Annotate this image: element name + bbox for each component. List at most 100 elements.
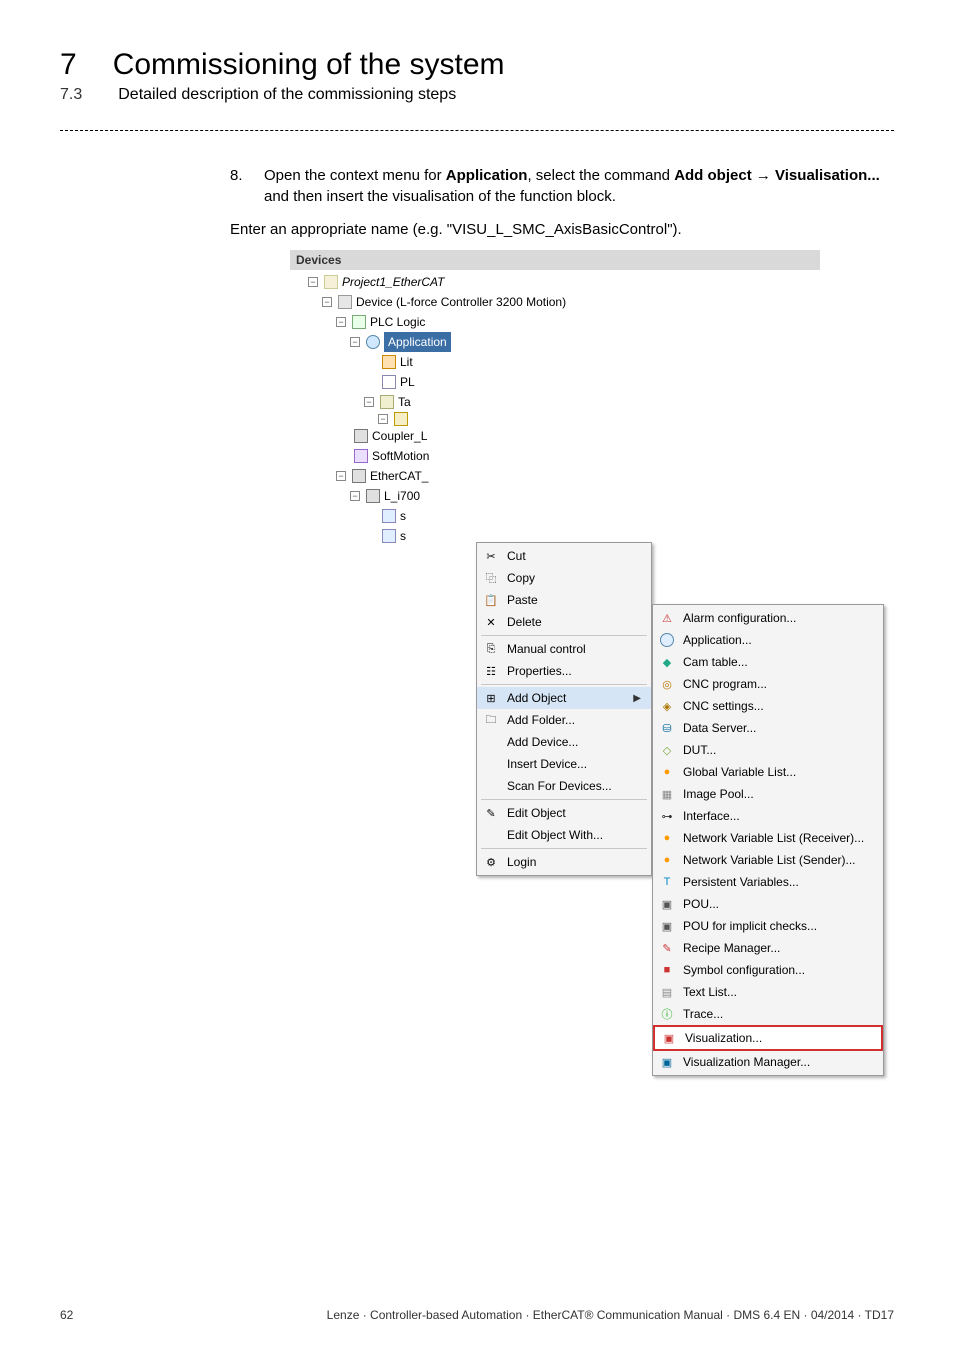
menu-label: Add Folder... [507,713,575,727]
task-icon [380,395,394,409]
submenu-viz-manager[interactable]: ▣Visualization Manager... [653,1051,883,1073]
cnc-prog-icon: ◎ [659,676,675,692]
menu-login[interactable]: ⚙Login [477,851,651,873]
image-pool-icon: ▦ [659,786,675,802]
menu-edit-object[interactable]: ✎Edit Object [477,802,651,824]
menu-manual-control[interactable]: ⎘Manual control [477,638,651,660]
menu-label: Data Server... [683,721,756,735]
tree-coupler[interactable]: Coupler_L [294,426,818,446]
menu-label: Alarm configuration... [683,611,796,625]
page-number: 62 [60,1308,73,1322]
tree-application[interactable]: − Application [294,332,818,352]
menu-label: Visualization Manager... [683,1055,810,1069]
edit-icon: ✎ [483,805,499,821]
tree-ethercat[interactable]: − EtherCAT_ [294,466,818,486]
tree-ta[interactable]: − Ta [294,392,818,412]
menu-label: Manual control [507,642,586,656]
expander-icon[interactable]: − [336,471,346,481]
menu-label: Add Device... [507,735,578,749]
section-number: 7.3 [60,86,82,104]
plc-icon [352,315,366,329]
step-number: 8. [230,165,248,207]
submenu-dut[interactable]: ◇DUT... [653,739,883,761]
submenu-cam-table[interactable]: ◆ Cam table... [653,651,883,673]
expander-icon[interactable]: − [378,414,388,424]
menu-edit-object-with[interactable]: Edit Object With... [477,824,651,846]
tree-softmotion[interactable]: SoftMotion [294,446,818,466]
submenu-application[interactable]: Application... [653,629,883,651]
submenu-pou-implicit[interactable]: ▣POU for implicit checks... [653,915,883,937]
menu-add-device[interactable]: Add Device... [477,731,651,753]
menu-paste[interactable]: 📋Paste [477,589,651,611]
submenu-cnc-program[interactable]: ◎CNC program... [653,673,883,695]
menu-label: Text List... [683,985,737,999]
blank-icon [483,756,499,772]
menu-label: Interface... [683,809,740,823]
tree-sub[interactable]: − [294,412,818,426]
submenu-recipe-manager[interactable]: ✎Recipe Manager... [653,937,883,959]
menu-label: Network Variable List (Sender)... [683,853,856,867]
menu-copy[interactable]: ⿻Copy [477,567,651,589]
menu-separator [481,799,647,800]
persistent-icon: T [659,874,675,890]
submenu-image-pool[interactable]: ▦Image Pool... [653,783,883,805]
page-footer: 62 Lenze · Controller-based Automation ·… [60,1308,894,1322]
tree-label: SoftMotion [372,446,429,466]
gear-icon [394,412,408,426]
step-text-bold: Application [446,167,528,184]
expander-icon[interactable]: − [350,337,360,347]
symbol-icon: ■ [659,962,675,978]
menu-insert-device[interactable]: Insert Device... [477,753,651,775]
tree-project[interactable]: − Project1_EtherCAT [294,272,818,292]
expander-icon[interactable]: − [322,297,332,307]
login-icon: ⚙ [483,854,499,870]
tree-pl[interactable]: PL [294,372,818,392]
submenu-text-list[interactable]: ▤Text List... [653,981,883,1003]
menu-add-folder[interactable]: 🗀Add Folder... [477,709,651,731]
menu-label: Visualization... [685,1031,762,1045]
expander-icon[interactable]: − [308,277,318,287]
application-icon [366,335,380,349]
menu-label: Add Object [507,691,566,705]
submenu-interface[interactable]: ⊶Interface... [653,805,883,827]
expander-icon[interactable]: − [350,491,360,501]
step-text-frag: Open the context menu for [264,167,446,184]
tree-device[interactable]: − Device (L-force Controller 3200 Motion… [294,292,818,312]
submenu-pou[interactable]: ▣POU... [653,893,883,915]
device-icon [338,295,352,309]
footer-text: Lenze · Controller-based Automation · Et… [327,1308,894,1322]
tree-li700[interactable]: − L_i700 [294,486,818,506]
submenu-cnc-settings[interactable]: ◈CNC settings... [653,695,883,717]
cam-icon: ◆ [659,654,675,670]
menu-properties[interactable]: ☷Properties... [477,660,651,682]
submenu-data-server[interactable]: ⛁ Data Server... [653,717,883,739]
menu-add-object[interactable]: ⊞Add Object▶ [477,687,651,709]
menu-label: Cam table... [683,655,748,669]
submenu-gvl[interactable]: ●Global Variable List... [653,761,883,783]
submenu-visualization[interactable]: ▣ Visualization... [653,1025,883,1051]
tree-label: Device (L-force Controller 3200 Motion) [356,292,566,312]
data-server-icon: ⛁ [659,720,675,736]
menu-delete[interactable]: ✕Delete [477,611,651,633]
tree-lib[interactable]: Lit [294,352,818,372]
menu-label: Persistent Variables... [683,875,799,889]
submenu-trace[interactable]: ⓘTrace... [653,1003,883,1025]
menu-separator [481,848,647,849]
expander-icon[interactable]: − [336,317,346,327]
menu-label: Copy [507,571,535,585]
tree-s1[interactable]: s [294,506,818,526]
step-text: Open the context menu for Application, s… [264,165,894,207]
tree-plc[interactable]: − PLC Logic [294,312,818,332]
add-object-icon: ⊞ [483,690,499,706]
submenu-persistent-vars[interactable]: T Persistent Variables... [653,871,883,893]
submenu-symbol-config[interactable]: ■Symbol configuration... [653,959,883,981]
submenu-alarm[interactable]: ⚠Alarm configuration... [653,607,883,629]
gvl-icon: ● [659,764,675,780]
submenu-nvlr[interactable]: ●Network Variable List (Receiver)... [653,827,883,849]
chapter-title: Commissioning of the system [113,48,505,82]
submenu-nvls[interactable]: ●Network Variable List (Sender)... [653,849,883,871]
menu-cut[interactable]: ✂Cut [477,545,651,567]
expander-icon[interactable]: − [364,397,374,407]
menu-scan-devices[interactable]: Scan For Devices... [477,775,651,797]
visualization-icon: ▣ [661,1030,677,1046]
